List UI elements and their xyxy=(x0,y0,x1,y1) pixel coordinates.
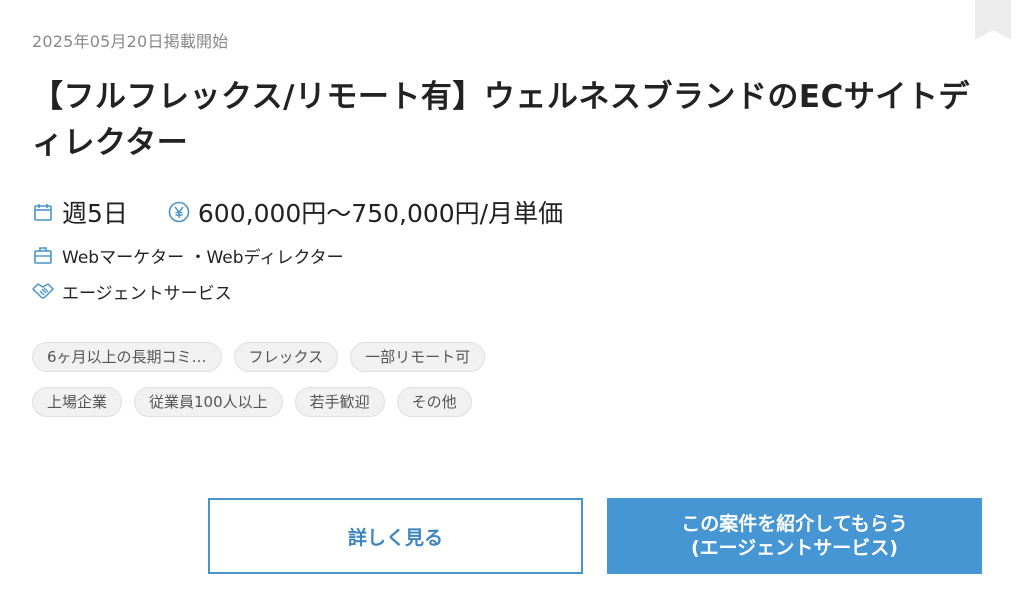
request-introduction-label: この案件を紹介してもらう xyxy=(681,513,908,535)
tag: 一部リモート可 xyxy=(350,342,486,372)
yen-icon xyxy=(168,201,190,223)
price: 600,000円〜750,000円/月単価 xyxy=(197,199,564,228)
service-type: エージェントサービス xyxy=(62,283,232,304)
workdays: 週5日 xyxy=(62,199,128,228)
request-introduction-sublabel: (エージェントサービス) xyxy=(691,537,898,559)
tag: 従業員100人以上 xyxy=(134,387,283,417)
calendar-icon xyxy=(32,201,54,223)
request-introduction-button[interactable]: この案件を紹介してもらう (エージェントサービス) xyxy=(607,498,982,574)
tag: 若手歓迎 xyxy=(294,387,385,417)
job-title[interactable]: 【フルフレックス/リモート有】ウェルネスブランドのECサイトディレクター xyxy=(32,74,972,166)
handshake-icon xyxy=(32,280,54,302)
tag: 上場企業 xyxy=(32,387,123,417)
service-row: エージェントサービス xyxy=(32,278,232,304)
tag: その他 xyxy=(396,387,472,417)
tag: 6ヶ月以上の長期コミ… xyxy=(32,342,222,372)
tag: フレックス xyxy=(233,342,339,372)
tag-list: 6ヶ月以上の長期コミ… フレックス 一部リモート可 上場企業 従業員100人以上… xyxy=(32,342,592,432)
posted-date: 2025年05月20日掲載開始 xyxy=(32,32,229,51)
view-details-button[interactable]: 詳しく見る xyxy=(208,498,583,574)
view-details-label: 詳しく見る xyxy=(347,526,443,549)
bookmark-icon[interactable] xyxy=(975,0,1011,40)
job-type: Webマーケター ・Webディレクター xyxy=(62,247,344,268)
work-condition-row: 週5日 600,000円〜750,000円/月単価 xyxy=(32,194,563,230)
job-type-row: Webマーケター ・Webディレクター xyxy=(32,242,344,268)
job-card: 2025年05月20日掲載開始 【フルフレックス/リモート有】ウェルネスブランド… xyxy=(0,0,1024,597)
briefcase-icon xyxy=(32,244,54,266)
